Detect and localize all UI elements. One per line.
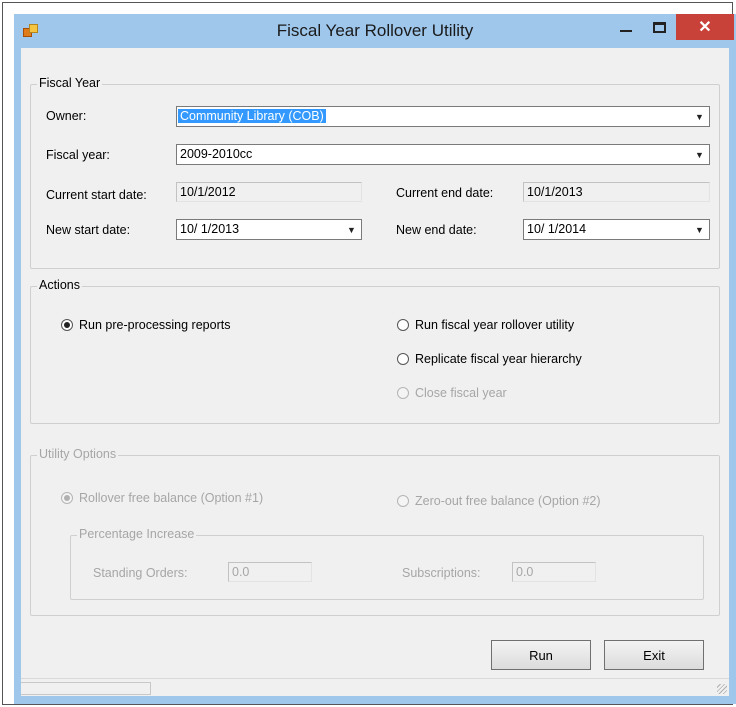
run-button[interactable]: Run <box>491 640 591 670</box>
resize-grip-icon[interactable] <box>717 684 727 694</box>
fiscal-year-label: Fiscal year: <box>46 148 110 162</box>
rollover-free-balance-radio: Rollover free balance (Option #1) <box>61 491 263 505</box>
close-icon: ✕ <box>698 19 712 36</box>
app-window: Fiscal Year Rollover Utility ✕ Fiscal Ye… <box>14 14 736 704</box>
current-start-value: 10/1/2012 <box>180 185 236 199</box>
radio-unchecked-icon <box>397 495 409 507</box>
minimize-button[interactable] <box>611 14 641 40</box>
fiscal-year-group-label: Fiscal Year <box>37 76 103 90</box>
maximize-button[interactable] <box>644 14 674 40</box>
radio-unchecked-icon <box>397 353 409 365</box>
owner-value: Community Library (COB) <box>178 109 326 123</box>
current-start-field: 10/1/2012 <box>176 182 362 202</box>
radio-unchecked-icon <box>397 319 409 331</box>
utility-options-group-label: Utility Options <box>37 447 119 461</box>
title-bar[interactable]: Fiscal Year Rollover Utility ✕ <box>14 14 736 48</box>
replicate-hierarchy-radio[interactable]: Replicate fiscal year hierarchy <box>397 352 582 366</box>
current-end-field: 10/1/2013 <box>523 182 710 202</box>
radio-checked-icon <box>61 319 73 331</box>
new-start-value: 10/ 1/2013 <box>180 222 240 236</box>
standing-orders-label: Standing Orders: <box>93 566 188 580</box>
client-area: Fiscal Year Owner: Community Library (CO… <box>21 48 729 696</box>
standing-orders-value: 0.0 <box>232 565 250 579</box>
zero-out-free-balance-label: Zero-out free balance (Option #2) <box>415 494 601 508</box>
subscriptions-value: 0.0 <box>516 565 534 579</box>
chevron-down-icon[interactable]: ▼ <box>692 222 707 237</box>
run-preprocessing-radio[interactable]: Run pre-processing reports <box>61 318 230 332</box>
percentage-increase-label: Percentage Increase <box>77 527 197 541</box>
replicate-hierarchy-label: Replicate fiscal year hierarchy <box>415 352 582 366</box>
actions-group: Actions <box>30 278 720 424</box>
new-end-value: 10/ 1/2014 <box>527 222 587 236</box>
fiscal-year-value: 2009-2010cc <box>180 147 253 161</box>
current-end-label: Current end date: <box>396 186 494 200</box>
run-rollover-label: Run fiscal year rollover utility <box>415 318 575 332</box>
status-panel <box>21 682 151 695</box>
subscriptions-field: 0.0 <box>512 562 596 582</box>
run-preprocessing-label: Run pre-processing reports <box>79 318 231 332</box>
new-start-date-picker[interactable]: 10/ 1/2013 ▼ <box>176 219 362 240</box>
owner-dropdown[interactable]: Community Library (COB) ▼ <box>176 106 710 127</box>
new-start-label: New start date: <box>46 223 131 237</box>
current-start-label: Current start date: <box>46 188 147 202</box>
status-bar <box>21 678 729 696</box>
minimize-icon <box>620 30 632 32</box>
new-end-date-picker[interactable]: 10/ 1/2014 ▼ <box>523 219 710 240</box>
chevron-down-icon[interactable]: ▼ <box>344 222 359 237</box>
close-fiscal-year-radio: Close fiscal year <box>397 386 507 400</box>
radio-unchecked-icon <box>397 387 409 399</box>
close-button[interactable]: ✕ <box>676 14 734 40</box>
rollover-free-balance-label: Rollover free balance (Option #1) <box>79 491 264 505</box>
zero-out-free-balance-radio: Zero-out free balance (Option #2) <box>397 494 601 508</box>
chevron-down-icon[interactable]: ▼ <box>692 147 707 162</box>
maximize-icon <box>652 21 666 33</box>
radio-checked-icon <box>61 492 73 504</box>
close-fiscal-year-label: Close fiscal year <box>415 386 507 400</box>
chevron-down-icon[interactable]: ▼ <box>692 109 707 124</box>
current-end-value: 10/1/2013 <box>527 185 583 199</box>
exit-button[interactable]: Exit <box>604 640 704 670</box>
standing-orders-field: 0.0 <box>228 562 312 582</box>
run-rollover-radio[interactable]: Run fiscal year rollover utility <box>397 318 574 332</box>
subscriptions-label: Subscriptions: <box>402 566 481 580</box>
new-end-label: New end date: <box>396 223 477 237</box>
actions-group-label: Actions <box>37 278 82 292</box>
owner-label: Owner: <box>46 109 87 123</box>
fiscal-year-dropdown[interactable]: 2009-2010cc ▼ <box>176 144 710 165</box>
